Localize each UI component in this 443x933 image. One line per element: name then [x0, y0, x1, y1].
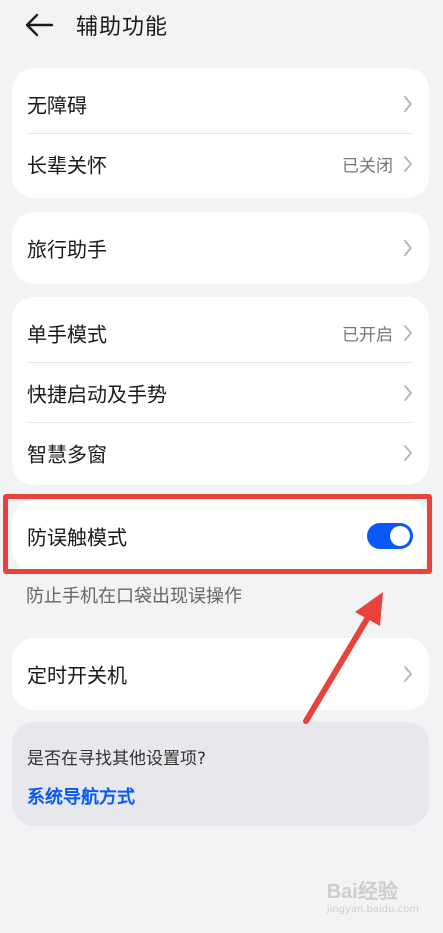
row-label: 无障碍: [27, 93, 87, 118]
settings-card-interaction: 单手模式 已开启 快捷启动及手势 智慧多窗: [12, 297, 429, 485]
watermark-logo: Bai经验: [326, 881, 398, 903]
arrow-left-icon[interactable]: [22, 10, 56, 40]
row-label: 智慧多窗: [27, 442, 107, 467]
search-question: 是否在寻找其他设置项?: [27, 749, 207, 769]
chevron-right-icon: [404, 445, 412, 461]
chevron-right-icon: [404, 385, 412, 401]
row-scheduled-power[interactable]: 定时开关机: [12, 644, 429, 704]
row-label: 长辈关怀: [27, 153, 107, 178]
row-label: 定时开关机: [27, 663, 127, 688]
page-title: 辅助功能: [76, 15, 169, 40]
settings-card-travel: 旅行助手: [12, 212, 429, 284]
settings-card-timer: 定时开关机: [12, 638, 429, 710]
mistouch-hint: 防止手机在口袋出现误操作: [26, 586, 242, 607]
row-label: 旅行助手: [27, 237, 107, 262]
row-elder-care[interactable]: 长辈关怀 已关闭: [12, 134, 429, 194]
settings-card-accessibility: 无障碍 长辈关怀 已关闭: [12, 68, 429, 198]
baidu-jingyan-watermark: Bai经验 jingyan.baidu.com: [327, 875, 419, 915]
highlight-annotation: [3, 494, 432, 574]
watermark-url: jingyan.baidu.com: [326, 904, 419, 915]
row-travel-assistant[interactable]: 旅行助手: [12, 218, 429, 278]
header: 辅助功能: [0, 0, 443, 56]
chevron-right-icon: [404, 96, 412, 112]
row-smart-multiwindow[interactable]: 智慧多窗: [12, 423, 429, 483]
search-suggestion-card: 是否在寻找其他设置项? 系统导航方式: [12, 722, 429, 826]
chevron-right-icon: [404, 156, 412, 172]
chevron-right-icon: [404, 666, 412, 682]
row-accessibility[interactable]: 无障碍: [12, 74, 429, 134]
row-value: 已开启: [342, 325, 393, 346]
row-label: 快捷启动及手势: [27, 382, 167, 407]
system-navigation-link[interactable]: 系统导航方式: [27, 783, 135, 809]
row-value: 已关闭: [342, 156, 393, 177]
chevron-right-icon: [404, 240, 412, 256]
row-shortcuts-gestures[interactable]: 快捷启动及手势: [12, 363, 429, 423]
row-label: 单手模式: [27, 322, 107, 347]
row-one-hand-mode[interactable]: 单手模式 已开启: [12, 303, 429, 363]
chevron-right-icon: [404, 325, 412, 341]
